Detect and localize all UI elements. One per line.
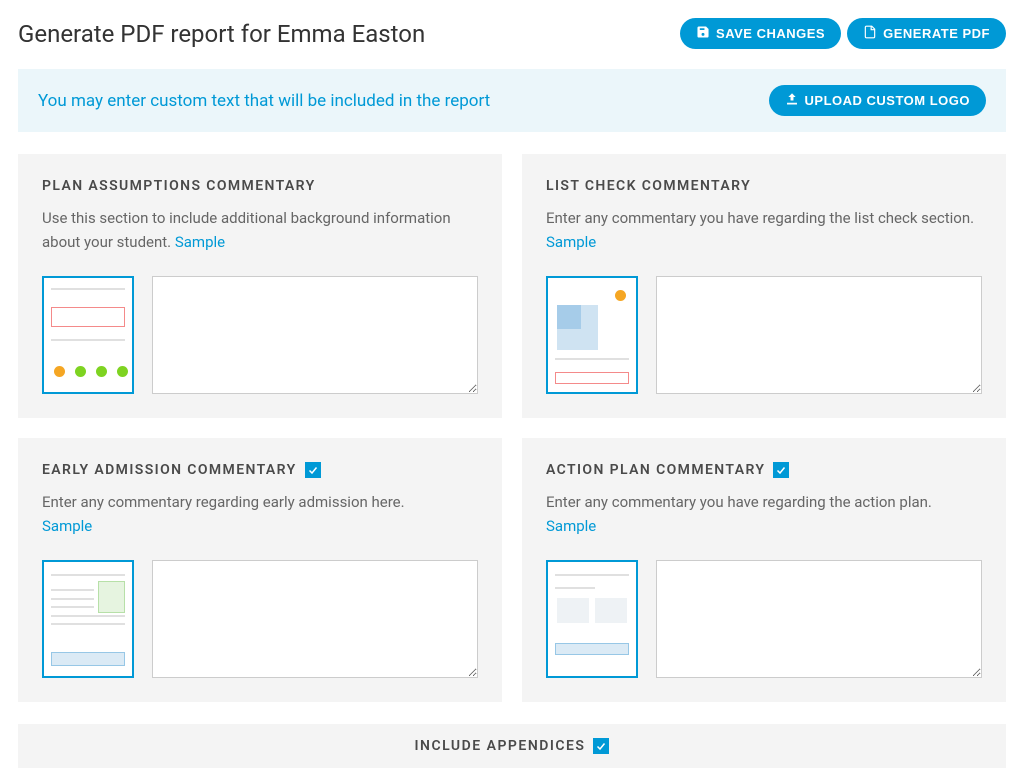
action-plan-thumbnail[interactable] <box>546 560 638 678</box>
early-admission-sample-link[interactable]: Sample <box>42 517 92 535</box>
action-plan-checkbox[interactable] <box>773 462 789 478</box>
early-admission-textarea[interactable] <box>152 560 478 678</box>
action-plan-desc: Enter any commentary you have regarding … <box>546 490 982 538</box>
list-check-textarea[interactable] <box>656 276 982 394</box>
plan-assumptions-card: PLAN ASSUMPTIONS COMMENTARY Use this sec… <box>18 154 502 418</box>
upload-icon <box>785 92 799 109</box>
early-admission-thumbnail[interactable] <box>42 560 134 678</box>
early-admission-title: EARLY ADMISSION COMMENTARY <box>42 462 297 478</box>
info-bar: You may enter custom text that will be i… <box>18 69 1006 132</box>
upload-custom-logo-button[interactable]: UPLOAD CUSTOM LOGO <box>769 85 986 116</box>
include-appendices-checkbox[interactable] <box>593 738 609 754</box>
list-check-sample-link[interactable]: Sample <box>546 233 596 251</box>
action-plan-textarea[interactable] <box>656 560 982 678</box>
list-check-desc: Enter any commentary you have regarding … <box>546 206 982 254</box>
list-check-title: LIST CHECK COMMENTARY <box>546 178 751 194</box>
upload-logo-label: UPLOAD CUSTOM LOGO <box>805 93 970 108</box>
plan-assumptions-thumbnail[interactable] <box>42 276 134 394</box>
action-plan-sample-link[interactable]: Sample <box>546 517 596 535</box>
early-admission-checkbox[interactable] <box>305 462 321 478</box>
early-admission-card: EARLY ADMISSION COMMENTARY Enter any com… <box>18 438 502 702</box>
list-check-card: LIST CHECK COMMENTARY Enter any commenta… <box>522 154 1006 418</box>
save-icon <box>696 25 710 42</box>
plan-sample-link[interactable]: Sample <box>175 233 225 251</box>
page-title: Generate PDF report for Emma Easton <box>18 20 425 48</box>
action-plan-card: ACTION PLAN COMMENTARY Enter any comment… <box>522 438 1006 702</box>
generate-pdf-button[interactable]: GENERATE PDF <box>847 18 1006 49</box>
plan-assumptions-textarea[interactable] <box>152 276 478 394</box>
list-check-thumbnail[interactable] <box>546 276 638 394</box>
save-changes-label: SAVE CHANGES <box>716 26 825 41</box>
plan-assumptions-desc: Use this section to include additional b… <box>42 206 478 254</box>
action-plan-title: ACTION PLAN COMMENTARY <box>546 462 765 478</box>
include-appendices-title: INCLUDE APPENDICES <box>415 738 586 754</box>
pdf-icon <box>863 25 877 42</box>
plan-assumptions-title: PLAN ASSUMPTIONS COMMENTARY <box>42 178 316 194</box>
save-changes-button[interactable]: SAVE CHANGES <box>680 18 841 49</box>
early-admission-desc: Enter any commentary regarding early adm… <box>42 490 478 538</box>
generate-pdf-label: GENERATE PDF <box>883 26 990 41</box>
info-bar-text: You may enter custom text that will be i… <box>38 91 490 111</box>
